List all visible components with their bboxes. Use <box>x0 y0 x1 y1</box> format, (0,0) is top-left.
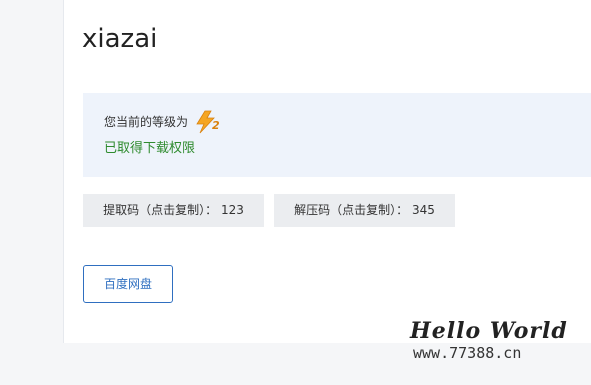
download-info-panel <box>83 93 591 177</box>
page-title: xiazai <box>82 24 158 54</box>
watermark-url: www.77388.cn <box>413 344 522 362</box>
baidu-pan-button[interactable]: 百度网盘 <box>83 265 173 303</box>
unzip-code-copy[interactable]: 解压码（点击复制）： 345 <box>274 194 455 227</box>
download-access-status: 已取得下载权限 <box>104 141 196 156</box>
level-badge-number: 2 <box>212 119 220 132</box>
watermark-title: Hello World <box>410 318 568 344</box>
extract-code-copy[interactable]: 提取码（点击复制）： 123 <box>83 194 264 227</box>
level-badge-icon: 2 <box>196 110 220 134</box>
user-level-label: 您当前的等级为 <box>104 115 189 129</box>
